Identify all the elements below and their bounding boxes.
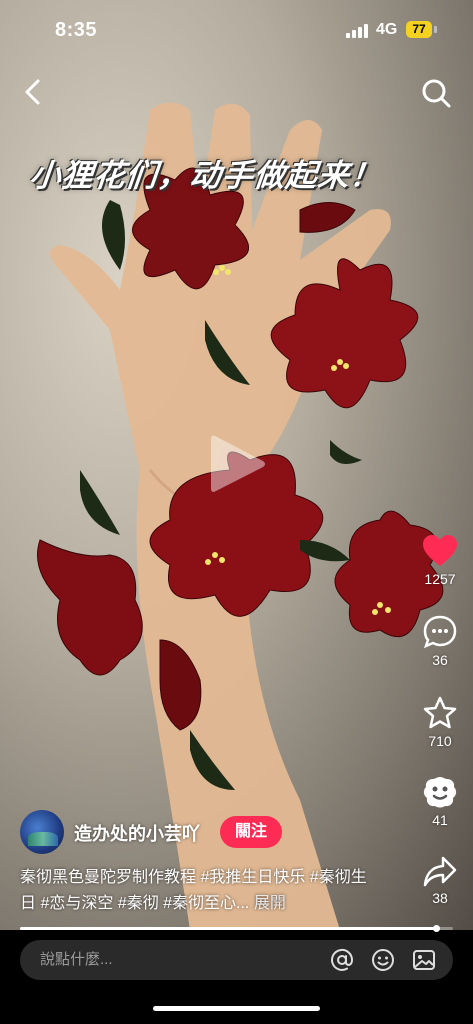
battery-icon: 77 bbox=[406, 21, 432, 38]
share-icon bbox=[423, 856, 457, 887]
avatar[interactable] bbox=[20, 810, 64, 854]
home-indicator bbox=[153, 1006, 320, 1011]
share-button[interactable]: 38 bbox=[410, 854, 470, 906]
share-count: 38 bbox=[432, 890, 448, 906]
image-icon[interactable] bbox=[412, 948, 436, 972]
comment-input[interactable]: 說點什麼... bbox=[40, 940, 113, 980]
like-button[interactable]: 1257 bbox=[410, 533, 470, 587]
comment-count: 36 bbox=[432, 652, 448, 668]
emoji-react-count: 41 bbox=[432, 812, 448, 828]
network-type: 4G bbox=[376, 21, 398, 38]
status-bar: 8:35 4G 77 bbox=[0, 0, 473, 62]
comment-button[interactable]: 36 bbox=[410, 614, 470, 668]
signal-icon bbox=[346, 24, 368, 38]
star-icon bbox=[423, 696, 457, 729]
description-text: 秦彻黑色曼陀罗制作教程 #我推生日快乐 #秦彻生日 #恋与深空 #秦彻 #秦彻至… bbox=[20, 869, 367, 912]
comment-bar: 說點什麼... bbox=[20, 940, 453, 980]
progress-knob[interactable] bbox=[432, 925, 440, 932]
video-description[interactable]: 秦彻黑色曼陀罗制作教程 #我推生日快乐 #秦彻生日 #恋与深空 #秦彻 #秦彻至… bbox=[20, 865, 380, 917]
mention-icon[interactable] bbox=[330, 948, 354, 972]
search-icon[interactable] bbox=[419, 76, 453, 110]
author-name[interactable]: 造办处的小芸吖 bbox=[74, 820, 200, 846]
emoji-react-icon bbox=[423, 777, 457, 808]
comment-icon bbox=[423, 615, 457, 649]
expand-link[interactable]: 展開 bbox=[254, 895, 286, 912]
battery-tip bbox=[434, 26, 437, 33]
play-icon[interactable] bbox=[205, 430, 269, 498]
video-overlay-title: 小狸花们，动手做起来！ bbox=[27, 158, 384, 193]
follow-button[interactable]: 關注 bbox=[220, 816, 282, 848]
back-icon[interactable] bbox=[18, 75, 48, 109]
heart-icon bbox=[423, 535, 457, 566]
emoji-icon[interactable] bbox=[371, 948, 395, 972]
video-progress-bar[interactable] bbox=[20, 925, 453, 932]
like-count: 1257 bbox=[424, 571, 456, 587]
status-time: 8:35 bbox=[55, 19, 98, 41]
favorite-button[interactable]: 710 bbox=[410, 695, 470, 749]
favorite-count: 710 bbox=[428, 733, 452, 749]
emoji-react-button[interactable]: 41 bbox=[410, 774, 470, 828]
progress-fill bbox=[20, 927, 436, 930]
